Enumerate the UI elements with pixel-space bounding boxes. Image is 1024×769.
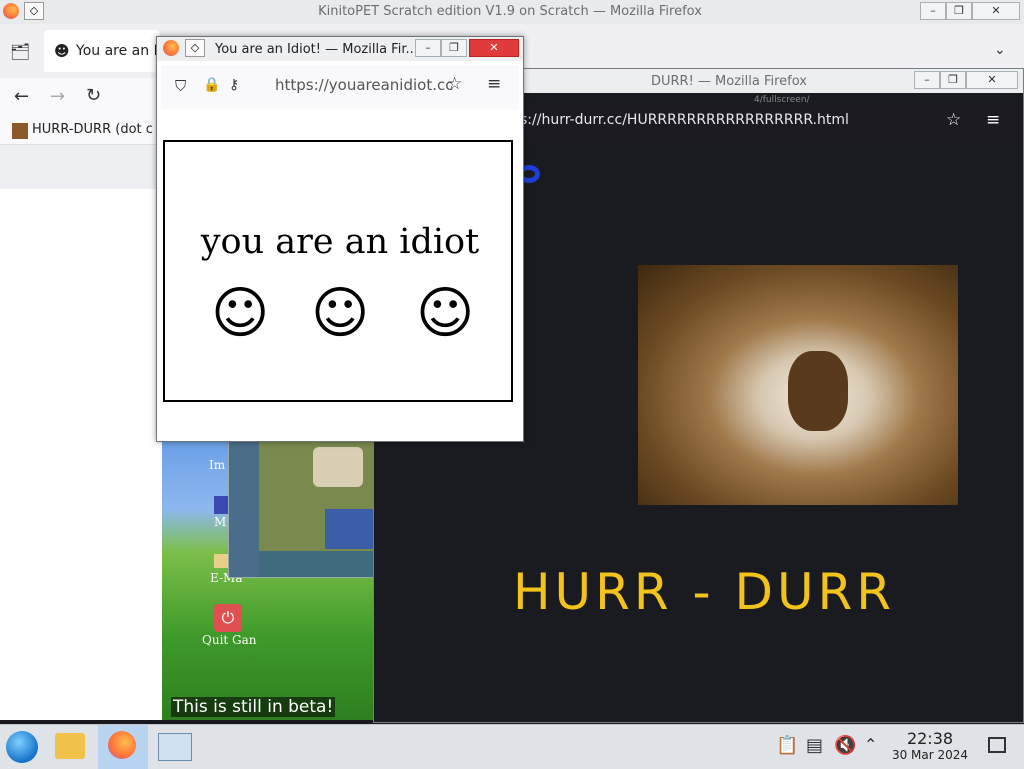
main-nav-bar: ← → ↻: [0, 78, 160, 118]
smiley-face-icon: ☺: [211, 281, 270, 346]
shield-icon[interactable]: ⛉: [175, 77, 186, 95]
mail-icon[interactable]: [214, 554, 228, 568]
diamond-icon[interactable]: ◇: [24, 2, 44, 20]
idiot-url-bar[interactable]: ⛉ 🔒 ⚷ https://youareanidiot.cc ☆ ≡: [161, 65, 519, 109]
desktop-icon-label[interactable]: Im: [209, 458, 225, 472]
back-arrow-icon[interactable]: ←: [14, 86, 29, 107]
file-manager-icon[interactable]: [55, 733, 85, 759]
storage-icon[interactable]: ▤: [806, 735, 823, 756]
firefox-taskbar-button[interactable]: [98, 725, 148, 769]
show-desktop-icon[interactable]: [988, 737, 1006, 753]
menu-icon[interactable]: ≡: [487, 74, 501, 94]
smiley-face-icon: ☺: [416, 281, 475, 346]
clock-date[interactable]: 30 Mar 2024: [886, 748, 974, 762]
system-settings-icon[interactable]: [158, 733, 192, 761]
bookmarks-bar: HURR-DURR (dot c: [0, 118, 160, 145]
start-menu-button[interactable]: [6, 731, 38, 763]
game-house-tile: [313, 447, 363, 487]
bookmark-hurr-durr[interactable]: HURR-DURR (dot c: [32, 122, 153, 137]
chevron-up-icon[interactable]: ⌃: [864, 735, 877, 754]
durr-window-title: DURR! — Mozilla Firefox: [650, 74, 808, 89]
chevron-down-icon[interactable]: ⌄: [994, 42, 1006, 58]
main-page-header-strip: [0, 145, 162, 189]
smiley-face-icon: ☺: [311, 281, 370, 346]
minimize-button[interactable]: –: [920, 2, 946, 20]
idiot-message: you are an idiot: [200, 222, 480, 262]
window-title: KinitoPET Scratch edition V1.9 on Scratc…: [318, 4, 702, 19]
bulldog-video[interactable]: [638, 265, 958, 505]
tab-you-are-an-idiot[interactable]: ☻ You are an I: [44, 30, 160, 72]
main-window-titlebar[interactable]: ◇ KinitoPET Scratch edition V1.9 on Scra…: [0, 0, 1024, 25]
main-page-content: [0, 145, 162, 720]
durr-maximize-button[interactable]: ❐: [940, 71, 966, 89]
durr-url-text[interactable]: s://hurr-durr.cc/HURRRRRRRRRRRRRRRRR.htm…: [520, 112, 849, 128]
durr-partial-url: 4/fullscreen/: [754, 95, 810, 105]
power-icon[interactable]: ⏻: [214, 604, 242, 632]
idiot-popup-window[interactable]: ◇ You are an Idiot! — Mozilla Fir... – ❐…: [156, 36, 524, 442]
firefox-icon: [163, 40, 179, 56]
firefox-icon: [3, 3, 19, 19]
durr-close-button[interactable]: ✕: [966, 71, 1018, 89]
bulldog-head: [788, 351, 848, 431]
document-icon[interactable]: [214, 496, 228, 514]
smiley-favicon-icon: ☻: [54, 42, 70, 60]
idiot-window-titlebar[interactable]: ◇ You are an Idiot! — Mozilla Fir... – ❐…: [157, 37, 523, 61]
hurr-durr-heading: HURR - DURR: [512, 563, 896, 621]
clipboard-icon[interactable]: 📋: [776, 735, 798, 756]
beta-subtitle: This is still in beta!: [171, 697, 336, 717]
idiot-message-box: you are an idiot ☺ ☺ ☺: [163, 140, 513, 402]
taskbar: 📋 ▤ 🔇 ⌃ 22:38 30 Mar 2024: [0, 724, 1024, 769]
bookmark-favicon-icon: [12, 123, 28, 139]
game-tilemap-window: [228, 440, 376, 578]
tab-list-icon[interactable]: 🗂: [10, 42, 30, 61]
idiot-minimize-button[interactable]: –: [415, 39, 441, 57]
maximize-button[interactable]: ❐: [946, 2, 972, 20]
close-button[interactable]: ✕: [972, 2, 1020, 20]
tab-label: You are an I: [76, 43, 158, 59]
idiot-close-button[interactable]: ✕: [469, 39, 519, 57]
diamond-icon[interactable]: ◇: [185, 39, 205, 57]
lock-icon[interactable]: 🔒: [203, 77, 220, 93]
desktop-icon-label[interactable]: Quit Gan: [202, 633, 257, 647]
star-icon[interactable]: ☆: [946, 110, 961, 130]
forward-arrow-icon[interactable]: →: [50, 86, 65, 107]
idiot-window-title: You are an Idiot! — Mozilla Fir...: [215, 42, 418, 57]
desktop-icon-label[interactable]: M: [214, 515, 226, 529]
clock-time[interactable]: 22:38: [890, 729, 970, 748]
reload-icon[interactable]: ↻: [86, 85, 101, 106]
permissions-icon[interactable]: ⚷: [229, 77, 239, 93]
game-pond-tile: [325, 509, 373, 549]
firefox-icon: [108, 731, 136, 759]
menu-icon[interactable]: ≡: [986, 110, 1000, 130]
idiot-maximize-button[interactable]: ❐: [441, 39, 467, 57]
game-water-tiles: [229, 441, 259, 577]
star-icon[interactable]: ☆: [447, 74, 462, 94]
idiot-url-text[interactable]: https://youareanidiot.cc: [275, 76, 453, 94]
durr-minimize-button[interactable]: –: [914, 71, 940, 89]
volume-muted-icon[interactable]: 🔇: [834, 735, 856, 756]
